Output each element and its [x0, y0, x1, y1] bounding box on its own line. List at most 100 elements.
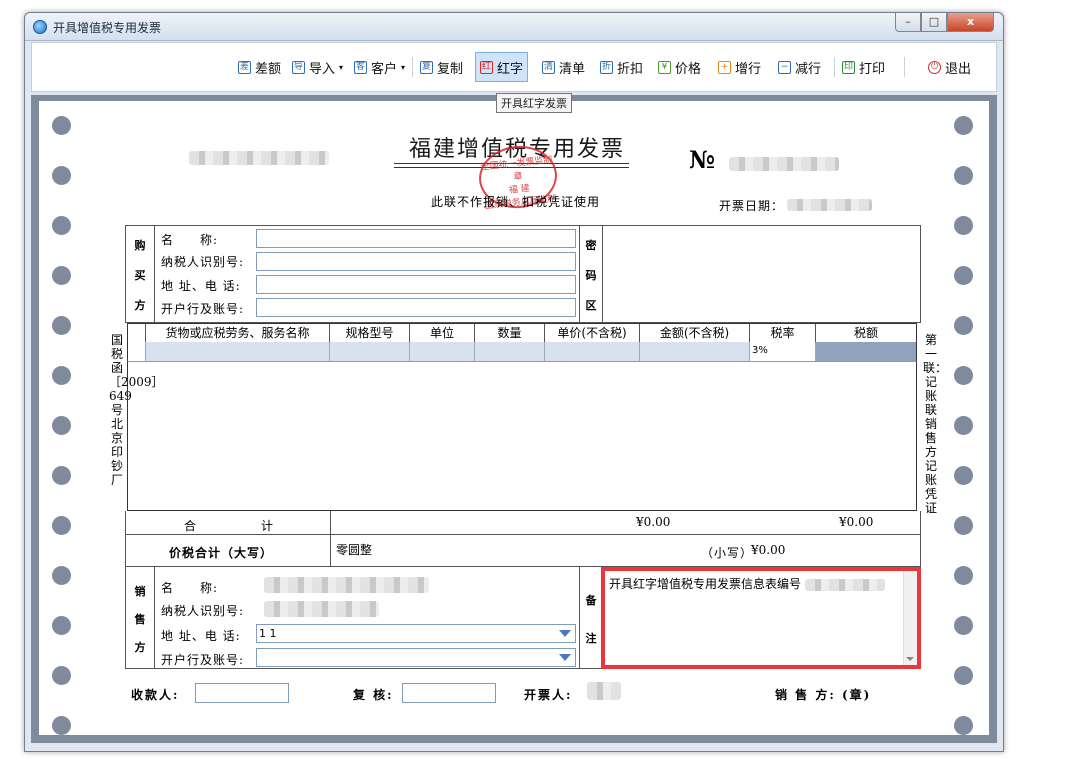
cipher-label-1: 密	[585, 239, 597, 252]
close-button[interactable]: x	[947, 13, 994, 32]
printer-icon: 印	[842, 60, 855, 74]
items-table-header: 货物或应税劳务、服务名称 规格型号 单位 数量 单价(不含税) 金额(不含税) …	[127, 323, 917, 343]
buyer-label-1: 购	[134, 239, 146, 252]
seller-label-2: 售	[134, 613, 146, 626]
buyer-taxid-input[interactable]	[256, 252, 576, 271]
column-header-goods: 货物或应税劳务、服务名称	[146, 324, 330, 342]
chevron-down-icon	[559, 654, 571, 661]
diff-button[interactable]: 差差额	[234, 52, 285, 82]
punch-hole	[954, 116, 973, 135]
buyer-name-label: 名 称:	[161, 233, 219, 247]
buyer-address-label: 地 址、电 话:	[161, 279, 241, 293]
discount-icon: 折	[600, 60, 613, 74]
column-header-spec: 规格型号	[330, 324, 410, 342]
punch-hole	[52, 516, 71, 535]
seller-bank-select[interactable]	[256, 648, 576, 667]
quantity-cell[interactable]	[475, 342, 545, 361]
punch-hole	[954, 716, 973, 735]
discount-button[interactable]: 折折扣	[596, 52, 647, 82]
toolbar-divider	[904, 57, 905, 77]
unit-price-cell[interactable]	[545, 342, 640, 361]
total-label-he: 合	[184, 519, 198, 533]
punch-hole	[954, 566, 973, 585]
discount-label: 折扣	[617, 61, 644, 77]
buyer-taxid-label: 纳税人识别号:	[161, 255, 245, 269]
invoice-subtitle: 此联不作报销、扣税凭证使用	[431, 195, 601, 209]
items-table-body	[127, 362, 917, 511]
import-label: 导入	[309, 61, 336, 77]
seller-address-label: 地 址、电 话:	[161, 629, 241, 643]
buyer-bank-label: 开户行及账号:	[161, 302, 245, 316]
punch-hole	[954, 366, 973, 385]
remove-row-icon: −	[778, 60, 791, 74]
grand-total-caps-value: 零圆整	[336, 543, 373, 557]
punch-hole	[954, 166, 973, 185]
minimize-button[interactable]: –	[895, 13, 921, 32]
remove-row-label: 减行	[795, 61, 822, 77]
goods-cell[interactable]	[146, 342, 330, 361]
punch-hole	[52, 116, 71, 135]
tax-rate-cell[interactable]: 3%	[750, 342, 816, 361]
invoice-window: 开具增值税专用发票 – □ x 差差额 导导入 ▾ 客客户 ▾ 复复制 红红字 清清…	[24, 12, 1004, 752]
import-icon: 导	[292, 60, 305, 74]
app-icon	[33, 20, 47, 34]
total-label-ji: 计	[261, 519, 275, 533]
seller-address-select[interactable]: 1 1	[256, 624, 576, 643]
amount-cell[interactable]	[640, 342, 750, 361]
redacted-seller-name	[264, 577, 429, 593]
remove-row-button[interactable]: − 减行	[774, 52, 825, 82]
punch-hole	[954, 216, 973, 235]
exit-label: 退出	[945, 61, 972, 77]
buyer-name-input[interactable]	[256, 229, 576, 248]
cipher-label-3: 区	[585, 299, 597, 312]
punch-hole	[52, 166, 71, 185]
price-button[interactable]: ¥ 价格	[654, 52, 705, 82]
remark-label-1: 备	[585, 594, 597, 607]
power-icon: ⏻	[928, 60, 941, 74]
punch-hole	[52, 416, 71, 435]
price-icon: ¥	[658, 60, 671, 74]
payee-label: 收款人:	[131, 688, 180, 702]
buyer-bank-input[interactable]	[256, 298, 576, 317]
punch-hole	[52, 316, 71, 335]
title-bar: 开具增值税专用发票 – □ x	[25, 13, 1003, 41]
add-row-button[interactable]: + 增行	[714, 52, 765, 82]
punch-hole	[52, 666, 71, 685]
exit-button[interactable]: ⏻ 退出	[924, 52, 975, 82]
row-check-cell[interactable]	[128, 342, 146, 361]
list-icon: 清	[542, 60, 555, 74]
print-button[interactable]: 印打印	[838, 52, 889, 82]
unit-cell[interactable]	[410, 342, 475, 361]
punch-hole	[52, 566, 71, 585]
issue-date-label: 开票日期：	[719, 199, 785, 213]
printer-note-vertical: 国税函［2009］649号北京印钞厂	[109, 333, 164, 487]
buyer-address-input[interactable]	[256, 275, 576, 294]
red-invoice-label: 红字	[497, 61, 524, 77]
cipher-label-2: 码	[585, 269, 597, 282]
issuer-label: 开票人:	[524, 688, 573, 702]
import-button[interactable]: 导导入 ▾	[288, 52, 347, 82]
punch-hole	[52, 716, 71, 735]
remark-label-2: 注	[585, 632, 597, 645]
buyer-label-3: 方	[134, 299, 146, 312]
table-row[interactable]: 3%	[127, 342, 917, 362]
payee-input[interactable]	[195, 683, 289, 703]
total-tax: ¥0.00	[839, 515, 874, 529]
redacted-invoice-number	[729, 157, 839, 171]
spec-cell[interactable]	[330, 342, 410, 361]
column-header-unit-price: 单价(不含税)	[545, 324, 640, 342]
red-invoice-button[interactable]: 红红字	[475, 52, 529, 82]
column-header-unit: 单位	[410, 324, 475, 342]
maximize-button[interactable]: □	[921, 13, 947, 32]
seller-bank-label: 开户行及账号:	[161, 653, 245, 667]
list-button[interactable]: 清清单	[538, 52, 589, 82]
tax-cell[interactable]	[816, 342, 916, 361]
toolbar: 差差额 导导入 ▾ 客客户 ▾ 复复制 红红字 清清单 折折扣 ¥ 价格 + 增行 − 减…	[31, 42, 997, 92]
customer-button[interactable]: 客客户 ▾	[350, 52, 409, 82]
total-amount: ¥0.00	[636, 515, 671, 529]
reviewer-input[interactable]	[402, 683, 496, 703]
seller-seal-label: 销 售 方: (章)	[775, 688, 872, 702]
copy-button[interactable]: 复复制	[416, 52, 467, 82]
list-label: 清单	[559, 61, 586, 77]
punch-hole	[954, 316, 973, 335]
